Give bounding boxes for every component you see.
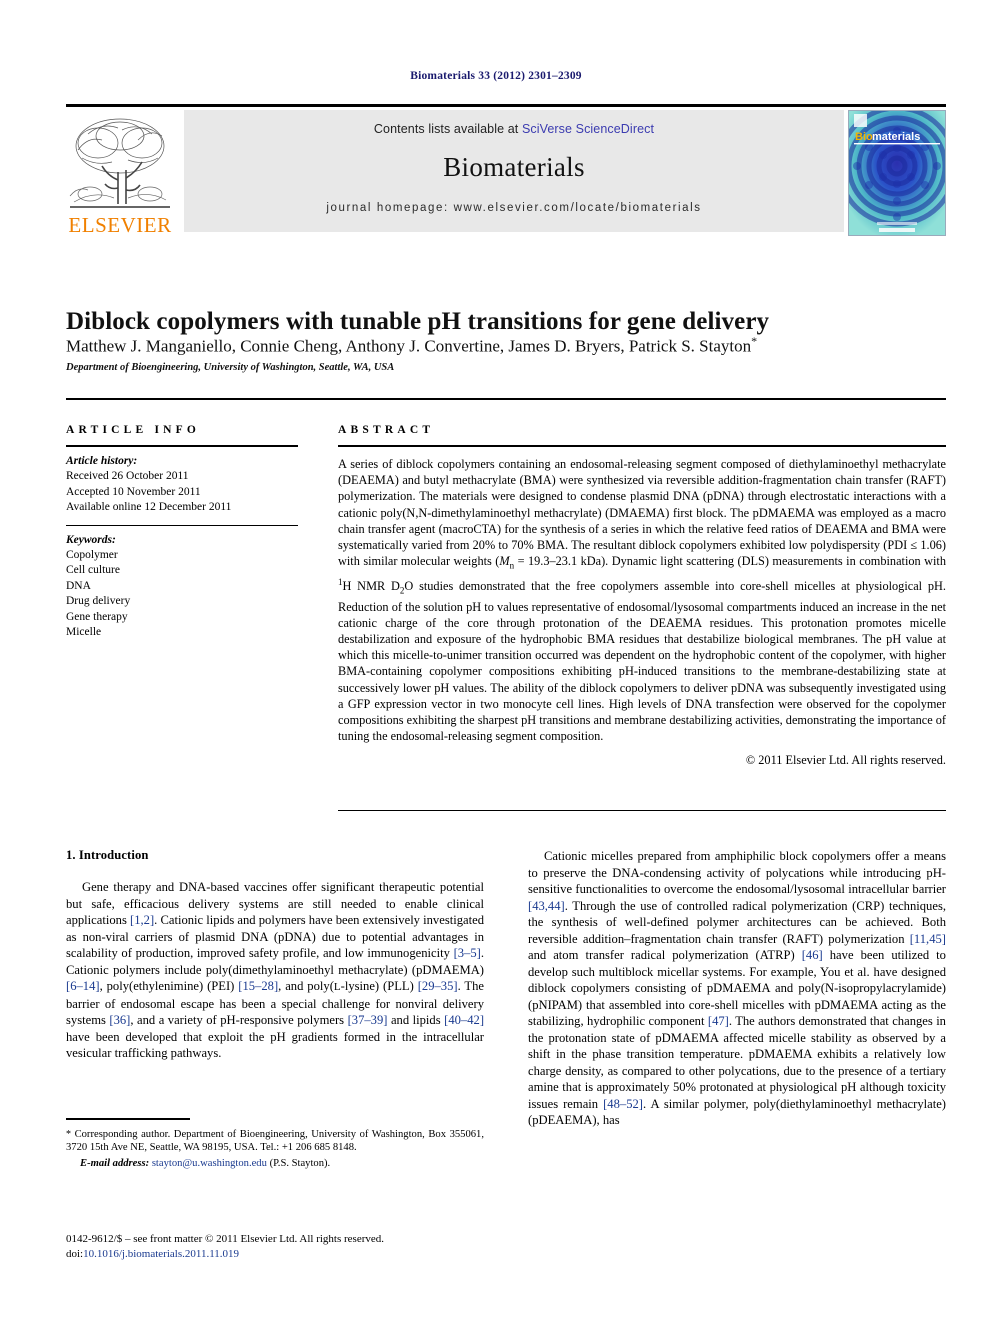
abstract-copyright: © 2011 Elsevier Ltd. All rights reserved…	[745, 753, 946, 768]
journal-title: Biomaterials	[443, 152, 585, 182]
citation-ref[interactable]: [11,45]	[910, 932, 946, 946]
section-heading-introduction: 1. Introduction	[66, 848, 149, 862]
intro-right-text-1: Cationic micelles prepared from amphiphi…	[528, 849, 946, 896]
citation-ref[interactable]: [40–42]	[444, 1013, 484, 1027]
abstract-part-1: A series of diblock copolymers containin…	[338, 457, 946, 569]
contents-available-line: Contents lists available at SciVerse Sci…	[374, 122, 654, 136]
l-small-caps: L	[333, 981, 341, 993]
citation-ref[interactable]: [36]	[109, 1013, 130, 1027]
email-link[interactable]: stayton@u.washington.edu	[152, 1158, 267, 1169]
author-names: Matthew J. Manganiello, Connie Cheng, An…	[66, 336, 752, 356]
citation-ref[interactable]: [46]	[802, 948, 823, 962]
body-column-left: 1. Introduction Gene therapy and DNA-bas…	[66, 848, 484, 1062]
footnote-text: * Corresponding author. Department of Bi…	[66, 1128, 484, 1155]
journal-masthead: ELSEVIER Contents lists available at Sci…	[66, 104, 946, 236]
keyword-item: DNA	[66, 579, 91, 592]
journal-cover-thumbnail: Bio materials	[848, 110, 946, 236]
keyword-item: Micelle	[66, 626, 102, 638]
intro-right-text-3: and atom transfer radical polymerization…	[528, 948, 802, 962]
article-info-rule-1	[66, 445, 298, 447]
keywords-label: Keywords:	[66, 533, 116, 546]
elsevier-wordmark: ELSEVIER	[68, 213, 172, 237]
masthead-band: Contents lists available at SciVerse Sci…	[184, 110, 844, 232]
running-head: Biomaterials 33 (2012) 2301–2309	[410, 70, 582, 82]
email-address-label: E-mail address:	[80, 1157, 150, 1169]
footnote-email-line: E-mail address: stayton@u.washington.edu…	[66, 1157, 484, 1171]
info-band-bottom-rule	[338, 810, 946, 811]
intro-left-text-8: , and a variety of pH-responsive polymer…	[130, 1013, 348, 1027]
journal-cover-artwork: Bio materials	[849, 111, 945, 235]
abstract-heading: ABSTRACT	[338, 424, 435, 436]
masthead-top-rule	[66, 104, 946, 107]
doi-line: doi:10.1016/j.biomaterials.2011.11.019	[66, 1247, 496, 1262]
elsevier-logo: ELSEVIER	[66, 110, 174, 236]
intro-paragraph-left: Gene therapy and DNA-based vaccines offe…	[66, 879, 484, 1062]
citation-ref[interactable]: [47]	[708, 1014, 729, 1028]
citation-ref[interactable]: [1,2]	[130, 913, 154, 927]
affiliation: Department of Bioengineering, University…	[66, 362, 395, 373]
citation-ref[interactable]: [29–35]	[418, 979, 458, 993]
body-columns: 1. Introduction Gene therapy and DNA-bas…	[66, 848, 946, 1248]
abstract-column: ABSTRACT A series of diblock copolymers …	[338, 424, 946, 768]
intro-right-text-2: . Through the use of controlled radical …	[528, 898, 946, 946]
svg-text:Bio: Bio	[855, 131, 873, 143]
article-info-column: ARTICLE INFO Article history: Received 2…	[66, 424, 298, 641]
corresponding-author-marker: *	[751, 334, 758, 348]
footnote-rule	[66, 1118, 190, 1120]
citation-ref[interactable]: [48–52]	[603, 1097, 643, 1111]
intro-left-text-10: have been developed that exploit the pH …	[66, 1029, 484, 1061]
email-owner: (P.S. Stayton).	[269, 1157, 331, 1169]
citation-ref[interactable]: [3–5]	[454, 946, 481, 960]
article-info-heading: ARTICLE INFO	[66, 424, 201, 436]
sciencedirect-link[interactable]: SciVerse ScienceDirect	[522, 122, 654, 136]
doi-link[interactable]: 10.1016/j.biomaterials.2011.11.019	[83, 1248, 239, 1260]
keyword-item: Copolymer	[66, 548, 118, 561]
intro-left-text-4: , poly(ethylenimine) (PEI)	[99, 979, 239, 993]
intro-left-text-5: , and poly(	[278, 979, 334, 993]
doi-label: doi:	[66, 1247, 84, 1260]
paper-page: Biomaterials 33 (2012) 2301–2309 ELSEVIE…	[0, 0, 992, 1323]
elsevier-tree-icon	[68, 110, 172, 214]
journal-homepage-link[interactable]: journal homepage: www.elsevier.com/locat…	[326, 202, 701, 214]
history-accepted: Accepted 10 November 2011	[66, 485, 201, 498]
mn-symbol: M	[499, 554, 510, 569]
abstract-part-2: = 19.3–23.1 kDa). Dynamic light scatteri…	[514, 554, 946, 569]
article-history-label: Article history:	[66, 455, 138, 467]
svg-text:materials: materials	[872, 131, 920, 143]
author-list: Matthew J. Manganiello, Connie Cheng, An…	[66, 330, 946, 358]
keyword-item: Drug delivery	[66, 595, 131, 607]
history-online: Available online 12 December 2011	[66, 501, 232, 513]
footnote-body: Corresponding author. Department of Bioe…	[66, 1128, 484, 1154]
issn-copyright-line: 0142-9612/$ – see front matter © 2011 El…	[66, 1233, 385, 1245]
article-info-rule-2	[66, 524, 298, 526]
keyword-item: Gene therapy	[66, 610, 128, 623]
keywords-block: Keywords: Copolymer Cell culture DNA Dru…	[66, 533, 298, 641]
abstract-part-3: H NMR D	[342, 578, 400, 593]
keyword-item: Cell culture	[66, 564, 120, 576]
citation-ref[interactable]: [6–14]	[66, 979, 100, 993]
history-received: Received 26 October 2011	[66, 470, 189, 482]
abstract-rule	[338, 445, 946, 447]
intro-left-text-9: and lipids	[387, 1013, 445, 1027]
citation-ref[interactable]: [37–39]	[348, 1013, 388, 1027]
body-column-right: Cationic micelles prepared from amphiphi…	[528, 848, 946, 1129]
contents-prefix: Contents lists available at	[373, 122, 522, 136]
intro-left-text-6: -lysine) (PLL)	[340, 979, 418, 993]
front-matter-block: 0142-9612/$ – see front matter © 2011 El…	[66, 1232, 496, 1261]
intro-paragraph-right: Cationic micelles prepared from amphiphi…	[528, 848, 946, 1129]
citation-ref[interactable]: [15–28]	[238, 979, 278, 993]
info-band-top-rule	[66, 398, 946, 400]
corresponding-author-footnote: * Corresponding author. Department of Bi…	[66, 1118, 484, 1170]
abstract-part-4: O studies demonstrated that the free cop…	[338, 578, 946, 744]
citation-ref[interactable]: [43,44]	[528, 899, 565, 913]
abstract-body: A series of diblock copolymers containin…	[338, 456, 946, 744]
